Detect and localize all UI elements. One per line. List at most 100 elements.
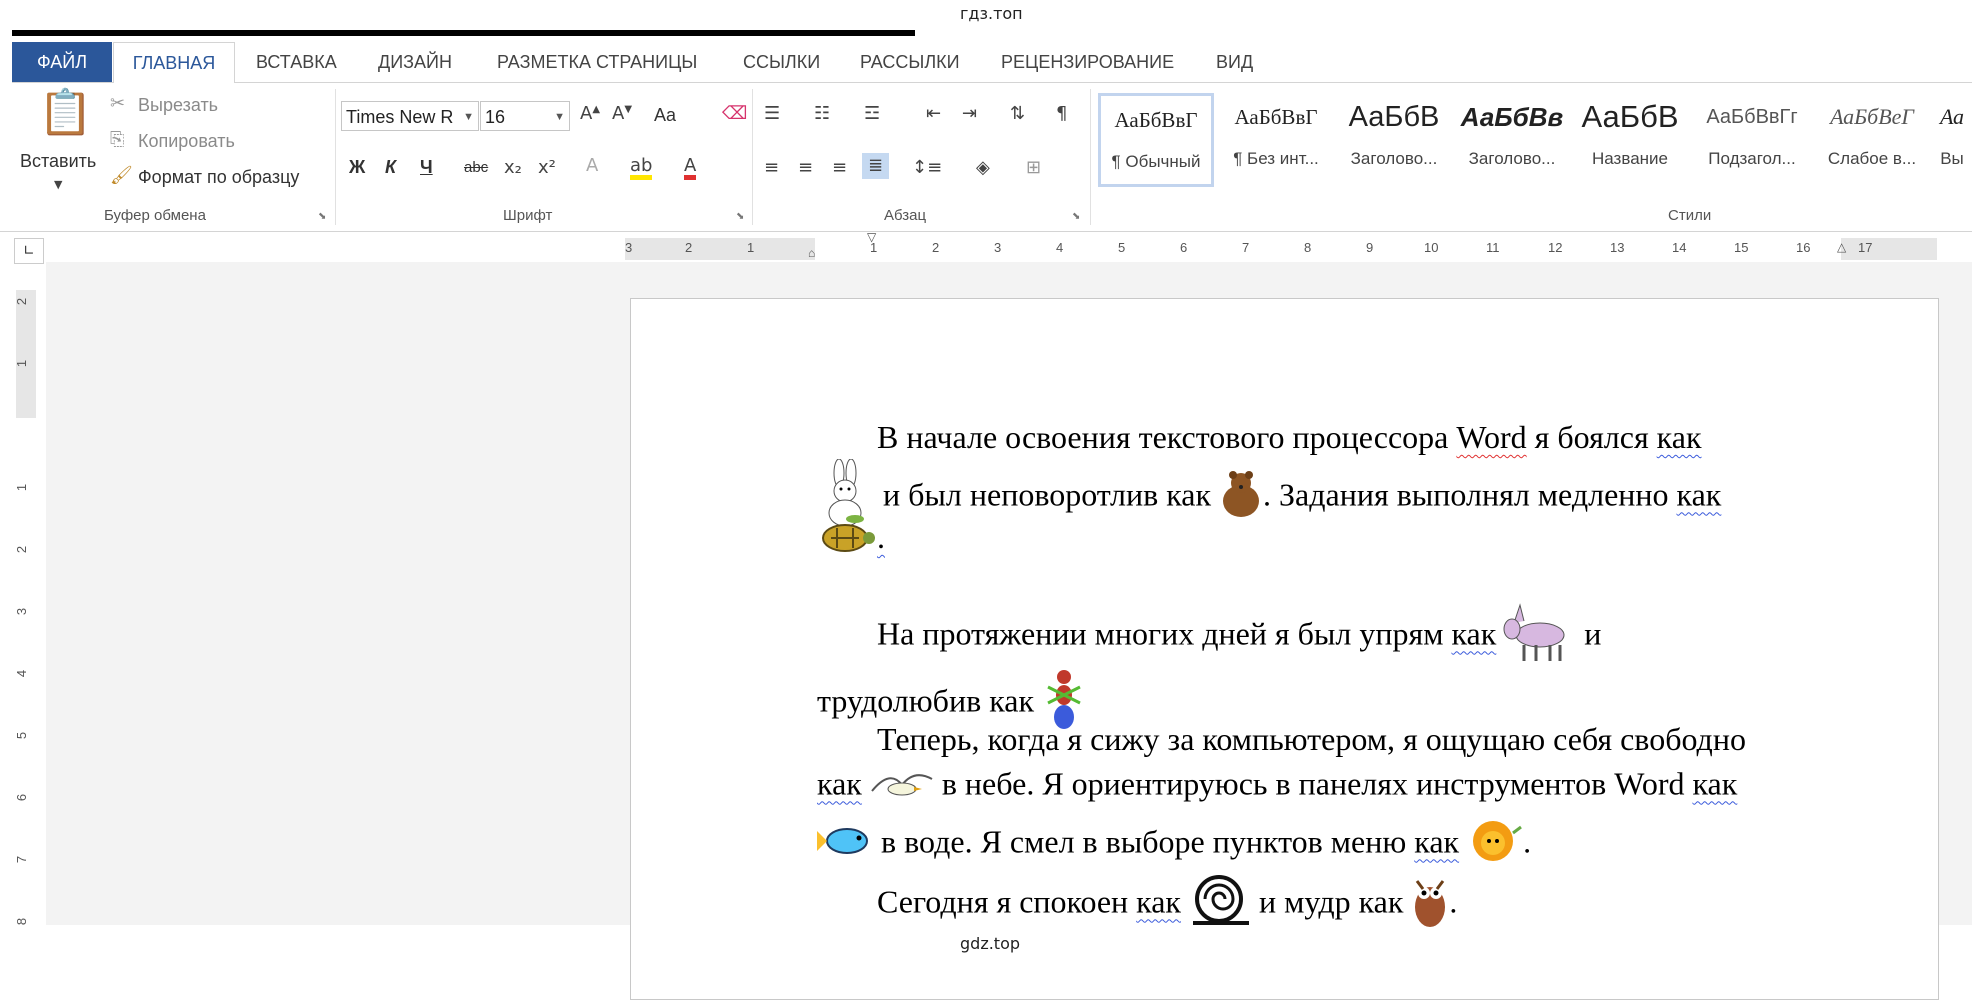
watermark-bottom: gdz.top (960, 934, 1021, 953)
cut-button[interactable]: Вырезать (138, 95, 218, 116)
align-left-icon[interactable]: ≡ (764, 159, 779, 177)
style-name: Заголово... (1468, 149, 1556, 168)
tab-page-layout[interactable]: РАЗМЕТКА СТРАНИЦЫ (497, 42, 697, 82)
tab-insert[interactable]: ВСТАВКА (256, 42, 337, 82)
tab-home[interactable]: ГЛАВНАЯ (113, 42, 235, 84)
font-color-icon[interactable]: A (684, 157, 697, 180)
group-label-styles: Стили (1668, 207, 1712, 224)
format-painter-button[interactable]: Формат по образцу (138, 167, 299, 188)
document-page[interactable]: В начале освоения текстового процессора … (630, 298, 1939, 1000)
paragraph-launcher-icon[interactable]: ⬊ (1072, 211, 1080, 222)
group-label-paragraph: Абзац (884, 207, 927, 224)
strikethrough-button[interactable]: abc (464, 159, 488, 176)
ruler-tick: 15 (1734, 240, 1749, 255)
clear-formatting-icon[interactable]: ⌫ (722, 105, 747, 123)
justify-icon[interactable]: ≣ (862, 153, 890, 179)
copy-button[interactable]: Копировать (138, 131, 235, 152)
grow-font-icon[interactable]: A▲ (580, 105, 600, 123)
left-indent-marker-icon[interactable]: ⌂ (808, 246, 815, 260)
underline-button[interactable]: Ч (420, 157, 433, 178)
text-line: Теперь, когда я сижу за компьютером, я о… (877, 721, 1746, 758)
ruler-tick: 11 (1486, 240, 1500, 255)
tab-review[interactable]: РЕЦЕНЗИРОВАНИЕ (1001, 42, 1174, 82)
watermark-top: гдз.топ (960, 4, 1023, 23)
borders-icon[interactable]: ⊞ (1026, 159, 1041, 177)
align-right-icon[interactable]: ≡ (832, 159, 847, 177)
ruler-tick: 2 (14, 297, 30, 306)
ruler-tick: 6 (14, 793, 30, 802)
tab-view[interactable]: ВИД (1216, 42, 1253, 82)
line-spacing-icon[interactable]: ↕≡ (912, 159, 942, 177)
numbering-icon[interactable]: ☷ (814, 105, 830, 123)
italic-button[interactable]: К (385, 157, 396, 178)
text-run: как (1656, 419, 1702, 455)
tab-mailings[interactable]: РАССЫЛКИ (860, 42, 960, 82)
text-run: и был неповоротлив как (875, 476, 1219, 513)
multilevel-list-icon[interactable]: ☲ (864, 105, 880, 123)
style-heading-2[interactable]: АаБбВв Заголово... (1454, 93, 1570, 187)
ruler-margin (1841, 238, 1937, 260)
style-highlight[interactable]: Аа Вы (1932, 93, 1972, 187)
first-line-indent-marker-icon[interactable]: ▽ (867, 230, 876, 244)
bold-button[interactable]: Ж (349, 157, 365, 178)
superscript-icon[interactable]: x² (538, 159, 556, 177)
group-label-font: Шрифт (503, 207, 553, 224)
text-run: и (1576, 615, 1602, 652)
vertical-ruler[interactable]: 2 1 1 2 3 4 5 6 7 8 (14, 290, 38, 925)
style-normal[interactable]: АаБбВвГ ¶ Обычный (1098, 93, 1214, 187)
tab-design[interactable]: ДИЗАЙН (378, 42, 452, 82)
text-run: . Задания выполнял медленно (1263, 476, 1677, 513)
ruler-tick: 2 (685, 240, 693, 255)
ruler-tick: 8 (14, 917, 30, 926)
tab-file[interactable]: ФАЙЛ (12, 42, 112, 82)
ruler-tick: 12 (1548, 240, 1563, 255)
text-run: В начале освоения текстового процессора (877, 419, 1457, 455)
tab-references[interactable]: ССЫЛКИ (743, 42, 820, 82)
style-preview: Аа (1939, 104, 1965, 129)
subscript-icon[interactable]: x₂ (504, 159, 522, 177)
group-separator (752, 89, 753, 225)
tab-stop-selector[interactable]: ∟ (14, 238, 44, 264)
chevron-down-icon[interactable]: ▼ (54, 179, 62, 190)
change-case-button[interactable]: Aa (654, 105, 676, 126)
ruler-tick: 7 (1242, 240, 1250, 255)
shrink-font-icon[interactable]: A▼ (612, 105, 632, 123)
style-heading-1[interactable]: АаБбВ Заголово... (1336, 93, 1452, 187)
text-effects-icon[interactable]: A (586, 157, 598, 175)
horizontal-ruler[interactable]: 3 2 1 1 2 3 4 5 6 7 8 9 10 11 12 13 14 1… (625, 230, 1937, 262)
text-line: Сегодня я спокоен как и мудр как . (877, 873, 1457, 937)
font-launcher-icon[interactable]: ⬊ (736, 211, 744, 222)
seagull-icon (870, 765, 934, 809)
turtle-icon (817, 520, 877, 562)
clipboard-launcher-icon[interactable]: ⬊ (318, 211, 326, 222)
highlight-icon[interactable]: ab (630, 157, 653, 180)
shading-icon[interactable]: ◈ (976, 159, 990, 177)
paste-icon[interactable]: 📋 (38, 91, 93, 135)
text-run: как (1692, 765, 1738, 802)
font-size-combo[interactable]: 16 ▼ (480, 101, 570, 131)
pilcrow-icon[interactable]: ¶ (1056, 105, 1067, 123)
style-title[interactable]: АаБбВ Название (1572, 93, 1688, 187)
style-subtle-emphasis[interactable]: АаБбВеГ Слабое в... (1814, 93, 1930, 187)
decrease-indent-icon[interactable]: ⇤ (926, 105, 941, 123)
paste-button[interactable]: Вставить (20, 151, 96, 172)
sort-icon[interactable]: ⇅ (1010, 105, 1025, 123)
chevron-down-icon: ▼ (463, 111, 474, 123)
font-name-combo[interactable]: Times New R ▼ (341, 101, 479, 131)
style-no-spacing[interactable]: АаБбВвГ ¶ Без инт... (1218, 93, 1334, 187)
font-size-value: 16 (485, 107, 506, 127)
style-name: ¶ Без инт... (1233, 149, 1319, 168)
style-preview: АаБбВвГ (1234, 105, 1318, 129)
style-name: Слабое в... (1827, 149, 1917, 168)
align-center-icon[interactable]: ≡ (798, 159, 813, 177)
increase-indent-icon[interactable]: ⇥ (962, 105, 977, 123)
bullets-icon[interactable]: ☰ (764, 105, 780, 123)
text-run: в воде. Я смел в выборе пунктов меню (873, 823, 1415, 860)
ruler-tick: 5 (14, 731, 30, 740)
text-line: в воде. Я смел в выборе пунктов меню как… (817, 817, 1531, 873)
style-name: Заголово... (1350, 149, 1438, 168)
ruler-tick: 10 (1424, 240, 1439, 255)
style-subtitle[interactable]: АаБбВвГг Подзагол... (1694, 93, 1810, 187)
right-indent-marker-icon[interactable]: △ (1837, 240, 1846, 254)
group-label-clipboard: Буфер обмена (104, 207, 206, 224)
